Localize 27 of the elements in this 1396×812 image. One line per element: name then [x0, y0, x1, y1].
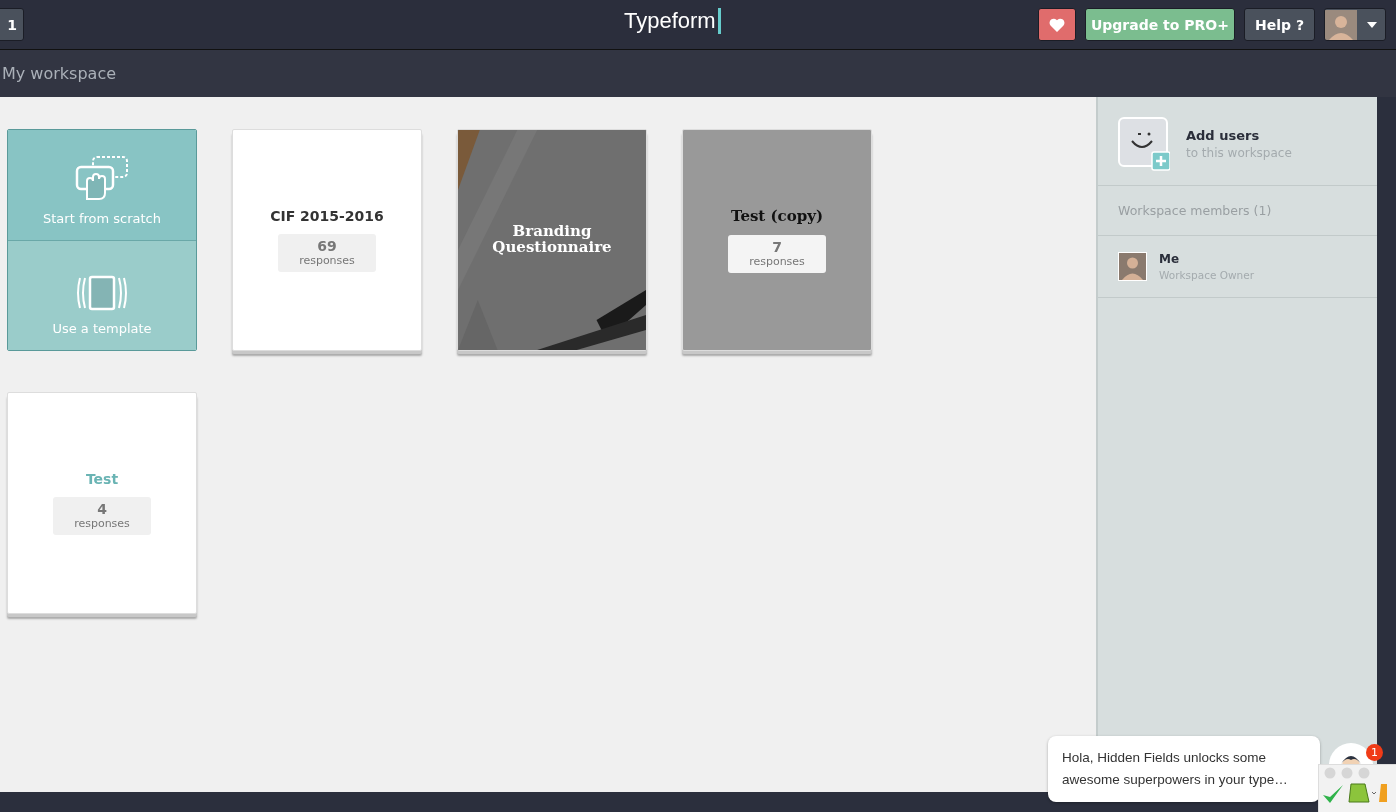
app-logo: Typeform: [624, 8, 716, 34]
form-title: Test: [85, 471, 119, 487]
form-card[interactable]: CIF 2015-2016 69 responses: [232, 129, 422, 351]
menu-button[interactable]: 1: [0, 8, 24, 41]
text-cursor: [717, 8, 721, 34]
form-card[interactable]: Branding Questionnaire: [457, 129, 647, 351]
response-count: 4 responses: [53, 497, 151, 535]
avatar-icon: [1118, 252, 1147, 281]
hand-card-icon: [75, 154, 129, 201]
response-count: 7 responses: [728, 235, 826, 273]
heart-icon: [1048, 17, 1065, 32]
heart-button[interactable]: [1037, 8, 1076, 41]
response-count: 69 responses: [278, 234, 376, 272]
member-name: Me: [1159, 252, 1181, 266]
form-title: CIF 2015-2016: [270, 208, 384, 224]
checkmark-icon[interactable]: [1321, 783, 1345, 805]
form-title: Branding Questionnaire: [491, 224, 613, 256]
caret-icon: [1367, 21, 1377, 28]
chat-message[interactable]: Hola, Hidden Fields unlocks some awesome superpowers in your type…: [1048, 736, 1320, 802]
workspace-title: My workspace: [2, 64, 116, 83]
add-user-icon: [1118, 117, 1170, 171]
help-button[interactable]: Help ?: [1243, 8, 1315, 41]
template-icon: [74, 275, 130, 311]
form-title: Test (copy): [730, 207, 824, 225]
form-card[interactable]: Test 4 responses: [7, 392, 197, 614]
form-card[interactable]: Test (copy) 7 responses: [682, 129, 872, 351]
account-menu-button[interactable]: [1324, 8, 1386, 41]
